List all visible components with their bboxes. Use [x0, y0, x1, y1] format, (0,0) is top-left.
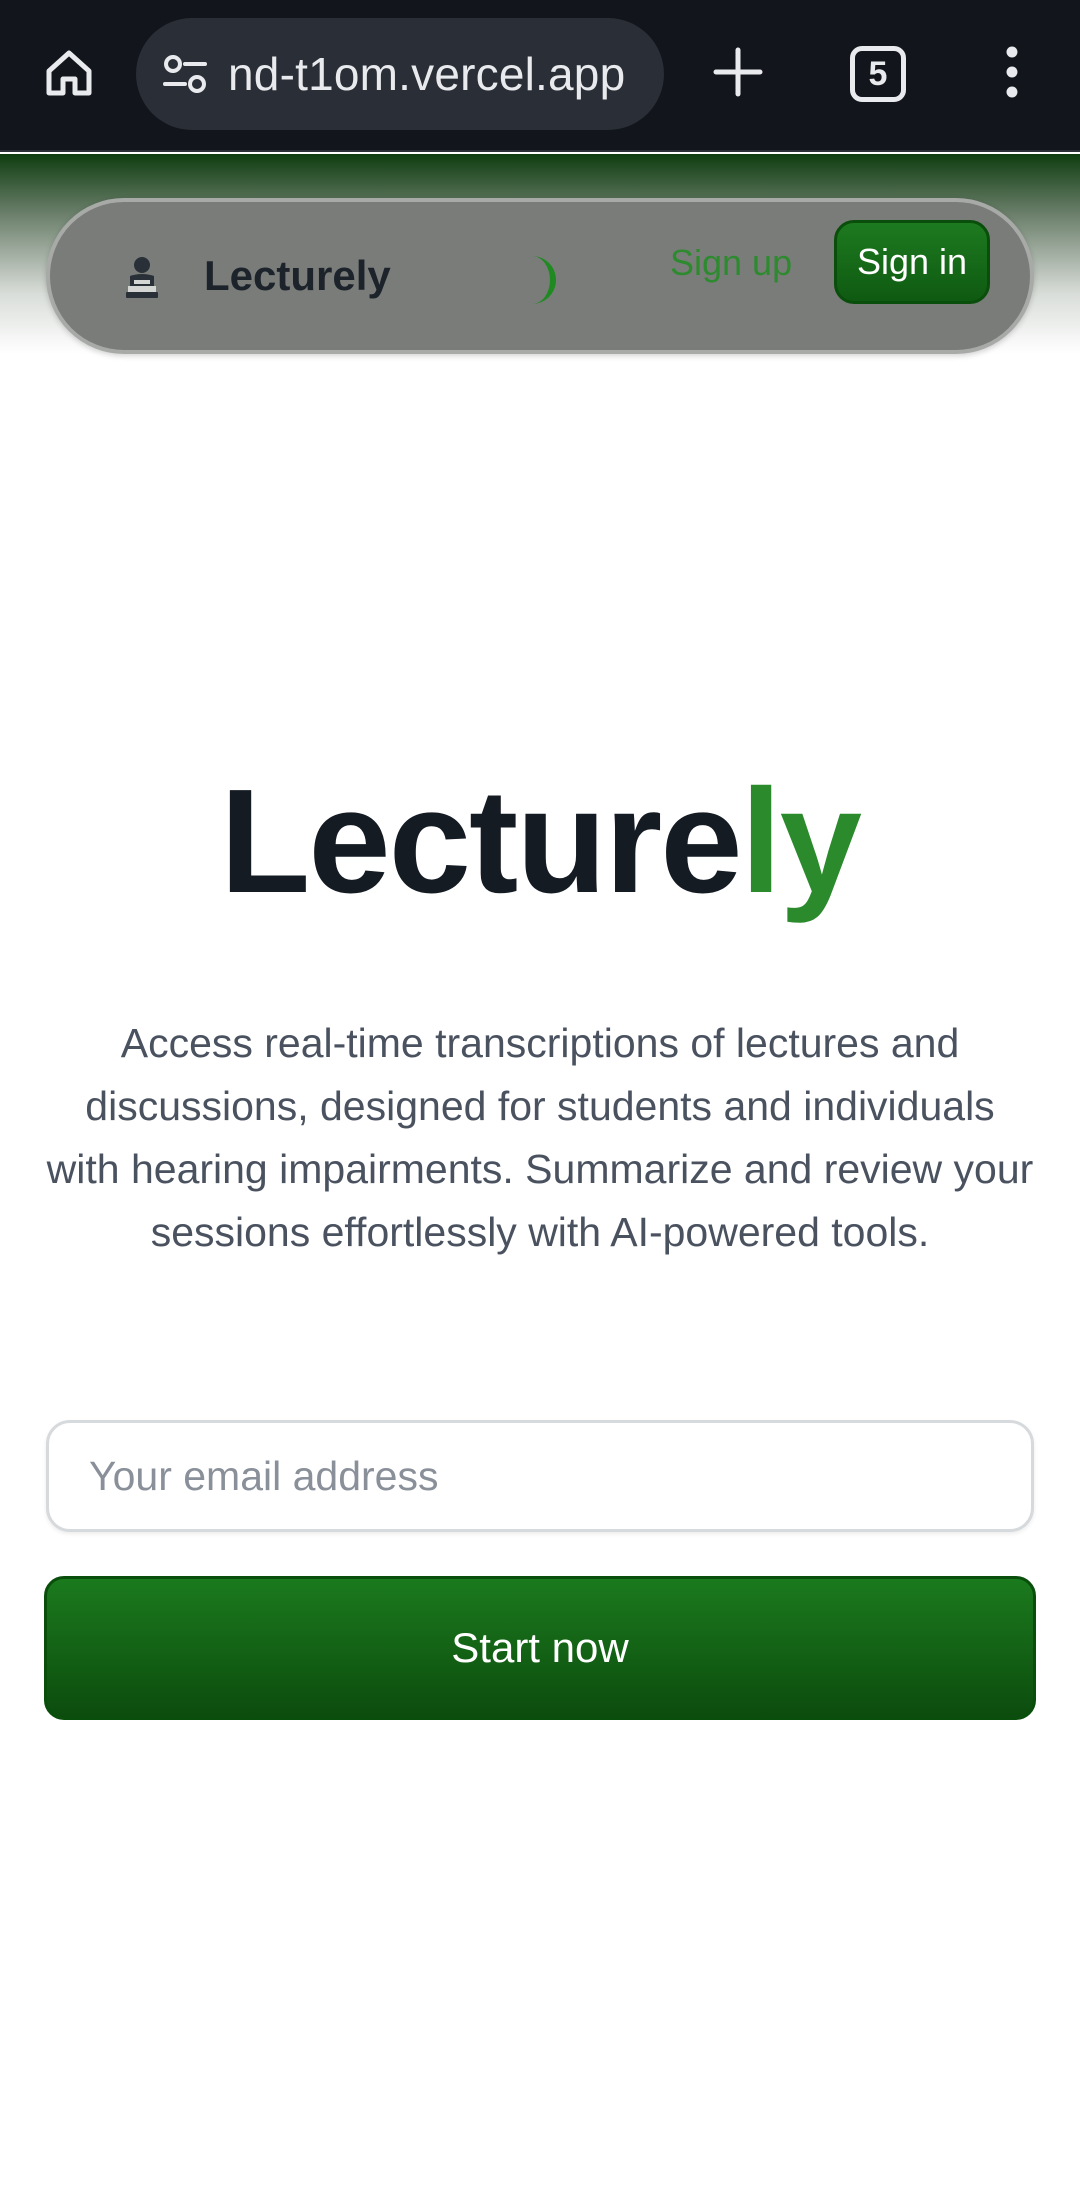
- navbar: Lecturely Sign up Sign in: [46, 198, 1034, 354]
- start-now-label: Start now: [451, 1624, 629, 1671]
- tab-switcher-icon[interactable]: 5: [850, 46, 906, 102]
- hero-title: Lecturely: [0, 762, 1080, 922]
- hero-description: Access real-time transcriptions of lectu…: [46, 1020, 1034, 1255]
- url-text: nd-t1om.vercel.app: [228, 48, 626, 100]
- moon-icon[interactable]: [512, 250, 568, 310]
- site-info-icon[interactable]: [154, 43, 216, 105]
- browser-toolbar: nd-t1om.vercel.app 5: [0, 0, 1080, 152]
- sign-in-label: Sign in: [856, 241, 968, 282]
- hero-title-main: Lecture: [219, 759, 743, 924]
- more-vert-icon[interactable]: [990, 40, 1034, 104]
- plus-icon[interactable]: [706, 40, 770, 104]
- address-bar[interactable]: nd-t1om.vercel.app: [136, 18, 664, 130]
- sign-in-button[interactable]: Sign in: [834, 220, 990, 304]
- home-icon[interactable]: [38, 42, 100, 104]
- email-field[interactable]: [46, 1420, 1034, 1532]
- start-now-button[interactable]: Start now: [44, 1576, 1036, 1720]
- student-reading-icon: [122, 254, 162, 302]
- brand-name[interactable]: Lecturely: [204, 252, 391, 300]
- hero-title-accent: ly: [740, 759, 862, 924]
- tab-count: 5: [868, 54, 888, 93]
- sign-up-link[interactable]: Sign up: [670, 242, 792, 284]
